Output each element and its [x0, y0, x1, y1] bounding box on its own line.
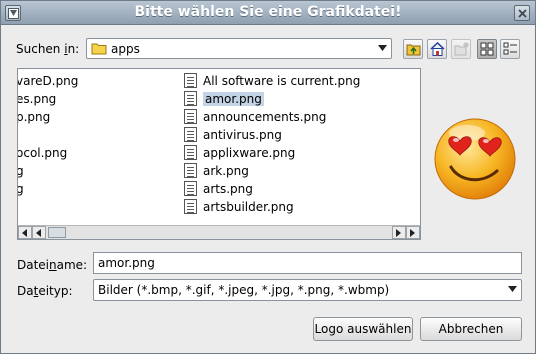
file-column-right: All software is current.png amor.png ann… [184, 72, 360, 216]
title-bar[interactable]: Bitte wählen Sie eine Grafikdatei! [1, 1, 535, 25]
new-folder-icon [454, 42, 469, 56]
filetype-combo[interactable]: Bilder (*.bmp, *.gif, *.jpeg, *.jpg, *.p… [93, 279, 522, 301]
file-name: announcements.png [203, 110, 327, 124]
scroll-right-button-2[interactable] [392, 226, 406, 239]
file-icon [184, 181, 197, 196]
window-title: Bitte wählen Sie eine Grafikdatei! [134, 4, 402, 20]
list-item[interactable]: vareD.png [18, 72, 78, 90]
scroll-right-button[interactable] [406, 226, 420, 239]
close-icon [518, 9, 527, 18]
list-item[interactable] [18, 126, 78, 144]
list-item[interactable]: g [18, 162, 78, 180]
list-item[interactable]: ocol.png [18, 144, 78, 162]
chevron-left-icon [22, 229, 27, 237]
file-icon [184, 127, 197, 142]
file-icon [184, 145, 197, 160]
folder-icon [91, 43, 107, 55]
filetype-value: Bilder (*.bmp, *.gif, *.jpeg, *.jpg, *.p… [98, 283, 390, 297]
list-item[interactable]: antivirus.png [184, 126, 360, 144]
file-name: antivirus.png [203, 128, 282, 142]
close-button[interactable] [514, 5, 530, 21]
file-icon [184, 91, 197, 106]
list-item[interactable]: All software is current.png [184, 72, 360, 90]
file-name: artsbuilder.png [203, 200, 294, 214]
file-name: applixware.png [203, 146, 296, 160]
image-preview [429, 111, 521, 203]
list-item[interactable]: ark.png [184, 162, 360, 180]
file-dialog: Bitte wählen Sie eine Grafikdatei! Suche… [0, 0, 536, 354]
chevron-down-icon [378, 45, 387, 51]
filename-label: Dateiname: [17, 258, 88, 272]
list-view-button[interactable] [477, 39, 497, 59]
file-icon [184, 73, 197, 88]
detail-view-button[interactable] [500, 39, 520, 59]
list-item[interactable]: arts.png [184, 180, 360, 198]
home-icon [430, 42, 445, 56]
file-name: arts.png [203, 182, 253, 196]
new-folder-button[interactable] [451, 39, 471, 59]
list-item[interactable]: applixware.png [184, 144, 360, 162]
file-name: ark.png [203, 164, 249, 178]
filename-input[interactable]: amor.png [93, 252, 522, 274]
chevron-down-icon [508, 286, 517, 292]
file-column-left: vareD.png es.png p.png ocol.png g g [18, 72, 78, 198]
horizontal-scrollbar[interactable] [18, 225, 420, 239]
folder-up-button[interactable] [403, 39, 423, 59]
file-icon [184, 163, 197, 178]
list-item[interactable]: p.png [18, 108, 78, 126]
chevron-right-icon [396, 229, 401, 237]
scroll-left-button-2[interactable] [32, 226, 46, 239]
cancel-button[interactable]: Abbrechen [420, 317, 522, 341]
list-item[interactable]: announcements.png [184, 108, 360, 126]
choose-logo-button[interactable]: Logo auswählen [313, 317, 413, 341]
file-icon [184, 109, 197, 124]
folder-up-icon [406, 44, 421, 56]
home-button[interactable] [427, 39, 447, 59]
filetype-label: Dateityp: [17, 284, 73, 298]
list-item-selected[interactable]: amor.png [184, 90, 360, 108]
scroll-left-button[interactable] [18, 226, 32, 239]
smiley-in-love-icon [434, 118, 516, 200]
chevron-right-icon [410, 229, 415, 237]
list-item[interactable]: g [18, 180, 78, 198]
lookin-label: Suchen in: [16, 42, 80, 56]
detail-view-icon [503, 42, 517, 55]
file-icon [184, 199, 197, 214]
lookin-value: apps [111, 42, 140, 56]
file-list[interactable]: vareD.png es.png p.png ocol.png g g All … [17, 68, 421, 240]
list-item[interactable]: artsbuilder.png [184, 198, 360, 216]
file-name: All software is current.png [203, 74, 361, 88]
filename-value: amor.png [98, 256, 155, 270]
list-item[interactable]: es.png [18, 90, 78, 108]
chevron-left-icon [36, 229, 41, 237]
lookin-combo[interactable]: apps [86, 38, 392, 59]
scrollbar-thumb[interactable] [48, 227, 66, 238]
file-name: amor.png [203, 92, 264, 106]
list-view-icon [480, 42, 494, 56]
